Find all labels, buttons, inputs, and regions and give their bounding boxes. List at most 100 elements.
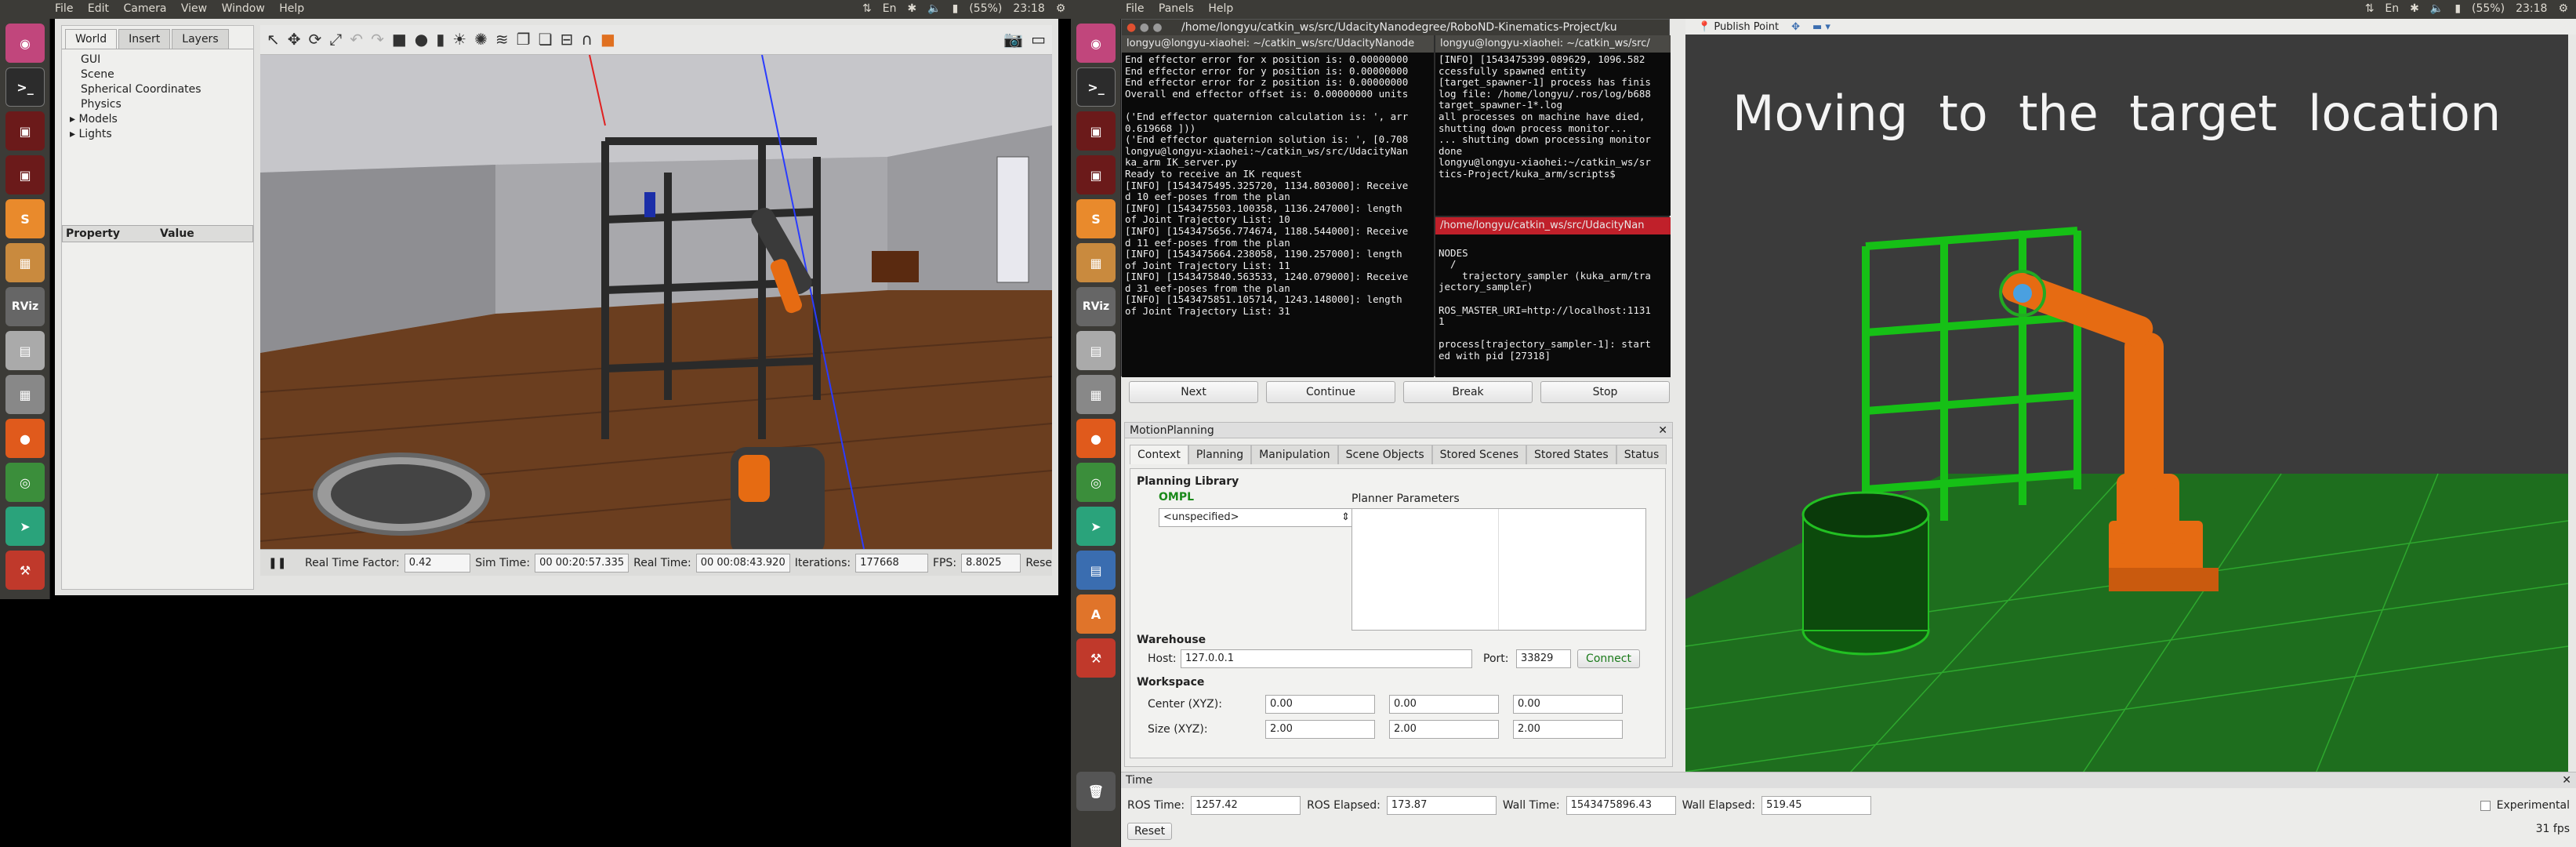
sphere-shape-icon[interactable]: ● [415, 30, 428, 49]
ubuntu-dash-icon[interactable]: ◉ [5, 24, 45, 63]
send-icon[interactable]: ➤ [5, 507, 45, 546]
tab-context[interactable]: Context [1130, 445, 1188, 464]
tab-scene-objects[interactable]: Scene Objects [1337, 445, 1432, 464]
menu-help[interactable]: Help [1208, 2, 1233, 15]
terminal-red-icon[interactable]: ▣ [1076, 111, 1116, 151]
terminal-red-icon[interactable]: ▣ [5, 111, 45, 151]
rviz-3d-viewport[interactable]: Moving to the target location [1685, 35, 2568, 781]
box-icon[interactable]: ▦ [5, 243, 45, 282]
ubuntu-dash-icon[interactable]: ◉ [1076, 24, 1116, 63]
continue-button[interactable]: Continue [1266, 381, 1395, 403]
tab-layers[interactable]: Layers [172, 29, 229, 49]
terminal-icon[interactable]: >_ [5, 67, 45, 107]
publish-point-tool[interactable]: 📍 Publish Point [1698, 21, 1779, 33]
keyboard-icon[interactable]: En [883, 2, 897, 15]
rotate-icon[interactable]: ⟳ [309, 30, 322, 49]
rviz-icon[interactable]: RViz [1076, 287, 1116, 326]
terminal-pane-2-output[interactable]: [INFO] [1543475399.089629, 1096.582 ccess… [1435, 53, 1671, 216]
box-shape-icon[interactable]: ■ [392, 30, 407, 49]
point-light-icon[interactable]: ☀ [452, 30, 466, 49]
terminal-pane-1[interactable]: longyu@longyu-xiaohei: ~/catkin_ws/src/U… [1122, 35, 1434, 377]
reset-time-button[interactable]: Rese [1025, 557, 1052, 569]
size-y-input[interactable]: 2.00 [1389, 720, 1499, 739]
tools-icon[interactable]: ⚒ [5, 551, 45, 590]
menu-view[interactable]: View [181, 2, 207, 15]
snap-icon[interactable]: ∩ [581, 30, 593, 49]
close-icon[interactable]: ✕ [1658, 423, 1667, 438]
document-icon[interactable]: ▤ [1076, 551, 1116, 590]
next-button[interactable]: Next [1129, 381, 1258, 403]
clock[interactable]: 23:18 [1013, 2, 1044, 15]
keyboard-icon[interactable]: En [2385, 2, 2399, 15]
volume-icon[interactable]: 🔈 [2430, 2, 2444, 15]
sublime-icon[interactable]: S [5, 199, 45, 238]
terminal-pane-3-output[interactable]: NODES / trajectory_sampler (kuka_arm/tra… [1435, 234, 1671, 377]
send-icon[interactable]: ➤ [1076, 507, 1116, 546]
tab-planning[interactable]: Planning [1188, 445, 1252, 464]
drawer-icon[interactable]: ▤ [5, 331, 45, 370]
terminal-red-icon[interactable]: ▣ [1076, 155, 1116, 194]
tree-item-gui[interactable]: GUI [81, 53, 253, 67]
terminal-pane-2[interactable]: longyu@longyu-xiaohei: ~/catkin_ws/src/ … [1435, 35, 1671, 216]
center-x-input[interactable]: 0.00 [1265, 695, 1375, 714]
menu-panels[interactable]: Panels [1159, 2, 1194, 15]
calculator-icon[interactable]: ▦ [5, 375, 45, 414]
volume-icon[interactable]: 🔈 [927, 2, 941, 15]
tree-item-models[interactable]: Models [78, 113, 117, 125]
tree-item-lights[interactable]: Lights [78, 128, 111, 140]
rviz-icon[interactable]: RViz [5, 287, 45, 326]
tab-stored-states[interactable]: Stored States [1526, 445, 1616, 464]
chrome-icon[interactable]: ◎ [5, 463, 45, 502]
break-button[interactable]: Break [1403, 381, 1533, 403]
battery-icon[interactable]: ▮ [952, 2, 959, 15]
maximize-icon[interactable]: ● [1152, 21, 1162, 34]
terminal-red-icon[interactable]: ▣ [5, 155, 45, 194]
redo-icon[interactable]: ↷ [371, 30, 384, 49]
trash-icon[interactable]: 🗑 [1076, 772, 1116, 811]
undo-icon[interactable]: ↶ [350, 30, 363, 49]
tree-item-scene[interactable]: Scene [81, 67, 253, 82]
terminal-icon[interactable]: >_ [1076, 67, 1116, 107]
firefox-icon[interactable]: ● [1076, 419, 1116, 458]
close-icon[interactable]: ✕ [2562, 772, 2571, 788]
paste-icon[interactable]: ❏ [539, 30, 553, 49]
move-camera-icon[interactable]: ✥ [1791, 21, 1800, 33]
power-icon[interactable]: ⚙ [1056, 2, 1066, 15]
firefox-icon[interactable]: ● [5, 419, 45, 458]
minus-icon[interactable]: ▬ ▾ [1812, 21, 1830, 33]
software-center-icon[interactable]: A [1076, 594, 1116, 634]
tab-stored-scenes[interactable]: Stored Scenes [1431, 445, 1526, 464]
tab-status[interactable]: Status [1616, 445, 1667, 464]
clock[interactable]: 23:18 [2516, 2, 2547, 15]
log-icon[interactable]: ▭ [1031, 30, 1046, 49]
screenshot-icon[interactable]: 📷 [1003, 30, 1023, 49]
menu-camera[interactable]: Camera [123, 2, 166, 15]
updown-icon[interactable]: ⇅ [2365, 2, 2375, 15]
connect-button[interactable]: Connect [1577, 649, 1640, 668]
stop-button[interactable]: Stop [1540, 381, 1670, 403]
tab-manipulation[interactable]: Manipulation [1251, 445, 1338, 464]
tab-world[interactable]: World [65, 29, 118, 49]
tree-item-spherical[interactable]: Spherical Coordinates [81, 82, 253, 97]
select-icon[interactable]: ↖ [267, 30, 280, 49]
minimize-icon[interactable]: ● [1140, 21, 1149, 34]
tree-item-physics[interactable]: Physics [81, 97, 253, 112]
bluetooth-icon[interactable]: ✱ [907, 2, 916, 15]
copy-icon[interactable]: ❐ [517, 30, 531, 49]
chrome-icon[interactable]: ◎ [1076, 463, 1116, 502]
host-input[interactable]: 127.0.0.1 [1181, 649, 1472, 668]
cylinder-shape-icon[interactable]: ▮ [436, 30, 444, 49]
terminal-pane-1-output[interactable]: End effector error for x position is: 0.… [1122, 53, 1434, 377]
gazebo-3d-viewport[interactable] [260, 55, 1052, 549]
sublime-icon[interactable]: S [1076, 199, 1116, 238]
experimental-checkbox[interactable] [2480, 800, 2491, 811]
menu-edit[interactable]: Edit [88, 2, 109, 15]
terminal-pane-3[interactable]: /home/longyu/catkin_ws/src/UdacityNan NO… [1435, 217, 1671, 377]
size-x-input[interactable]: 2.00 [1265, 720, 1375, 739]
spot-light-icon[interactable]: ✺ [474, 30, 488, 49]
port-input[interactable]: 33829 [1516, 649, 1571, 668]
box-icon[interactable]: ▦ [1076, 243, 1116, 282]
battery-icon[interactable]: ▮ [2454, 2, 2461, 15]
tab-insert[interactable]: Insert [118, 29, 171, 49]
menu-file[interactable]: File [1126, 2, 1144, 15]
